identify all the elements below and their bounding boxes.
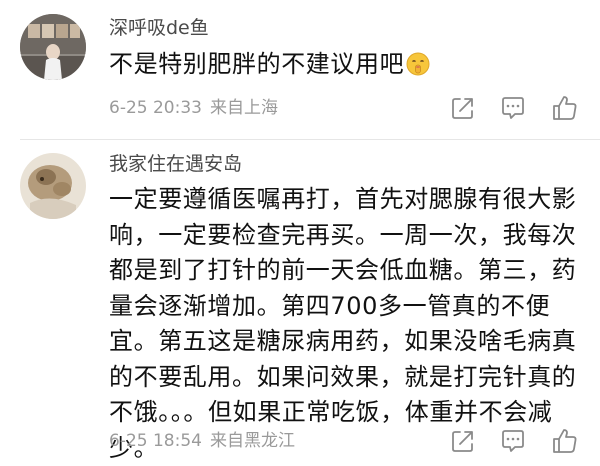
- thumbs-up-icon: [553, 96, 577, 120]
- location: 来自上海: [209, 98, 278, 118]
- comment-icon: [502, 97, 524, 119]
- comment-actions: [440, 426, 590, 456]
- share-button[interactable]: [448, 93, 478, 123]
- comment-text-body: 不是特别肥胖的不建议用吧: [109, 50, 405, 78]
- avatar[interactable]: [20, 153, 86, 219]
- comment-text: 不是特别肥胖的不建议用吧: [109, 47, 584, 87]
- comment-meta: 6-25 18:54 来自黑龙江: [109, 431, 295, 451]
- thumbs-up-icon: [553, 429, 577, 453]
- comment-item: 我家住在遇安岛 一定要遵循医嘱再打，首先对腮腺有很大影响，一定要检查完再买。一周…: [0, 140, 600, 462]
- share-button[interactable]: [448, 426, 478, 456]
- comment-button[interactable]: [498, 93, 528, 123]
- timestamp: 6-25 18:54: [109, 431, 202, 451]
- like-button[interactable]: [550, 93, 580, 123]
- comment-item: 深呼吸de鱼 不是特别肥胖的不建议用吧 6-25 20:33 来自上海: [0, 0, 600, 140]
- username[interactable]: 我家住在遇安岛: [109, 152, 242, 176]
- username[interactable]: 深呼吸de鱼: [109, 16, 209, 40]
- comment-meta: 6-25 20:33 来自上海: [109, 98, 278, 118]
- comment-button[interactable]: [498, 426, 528, 456]
- comment-text: 一定要遵循医嘱再打，首先对腮腺有很大影响，一定要检查完再买。一周一次，我每次都是…: [109, 185, 577, 462]
- timestamp: 6-25 20:33: [109, 98, 202, 118]
- comment-actions: [440, 93, 590, 123]
- avatar[interactable]: [20, 14, 86, 80]
- share-icon: [452, 431, 473, 452]
- comment-icon: [502, 430, 524, 452]
- share-icon: [452, 98, 473, 119]
- like-button[interactable]: [550, 426, 580, 456]
- location: 来自黑龙江: [209, 431, 295, 451]
- shushing-face-emoji-icon: [406, 51, 430, 87]
